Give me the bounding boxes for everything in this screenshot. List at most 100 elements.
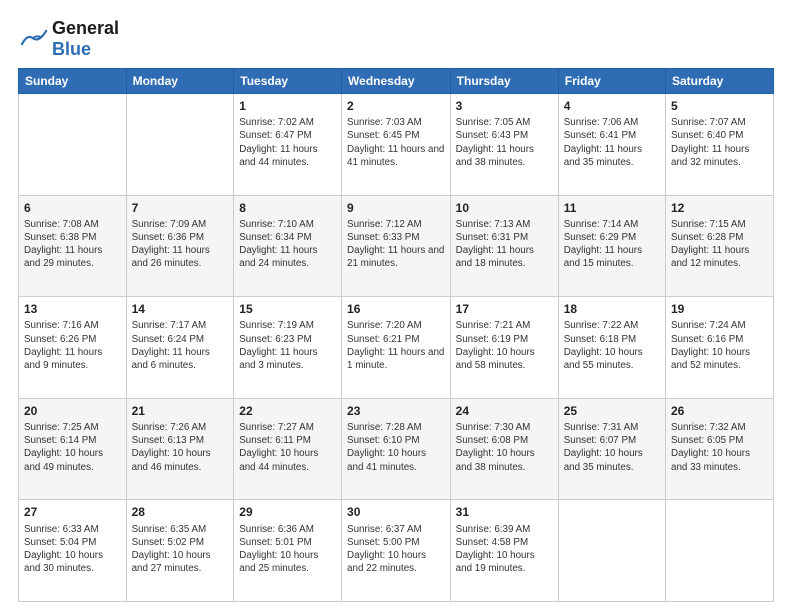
- day-info: Sunrise: 6:36 AM Sunset: 5:01 PM Dayligh…: [239, 523, 336, 576]
- calendar-day-cell: 22 Sunrise: 7:27 AM Sunset: 6:11 PM Dayli…: [234, 398, 342, 500]
- day-number: 12: [671, 200, 768, 216]
- day-number: 19: [671, 301, 768, 317]
- day-info: Sunrise: 7:06 AM Sunset: 6:41 PM Dayligh…: [564, 116, 660, 169]
- calendar-week-row: 27Sunrise: 6:33 AM Sunset: 5:04 PM Dayli…: [19, 500, 774, 602]
- day-info: Sunrise: 7:26 AM Sunset: 6:13 PM Dayligh…: [132, 421, 229, 474]
- day-number: 29: [239, 504, 336, 520]
- calendar-day-cell: 6 Sunrise: 7:08 AM Sunset: 6:38 PM Daylig…: [19, 195, 127, 297]
- calendar-day-cell: 10 Sunrise: 7:13 AM Sunset: 6:31 PM Dayli…: [450, 195, 558, 297]
- calendar-day-cell: 25Sunrise: 7:31 AM Sunset: 6:07 PM Dayli…: [558, 398, 665, 500]
- day-info: Sunrise: 7:21 AM Sunset: 6:19 PM Dayligh…: [456, 319, 553, 372]
- logo-text: General Blue: [52, 18, 119, 60]
- day-info: Sunrise: 7:05 AM Sunset: 6:43 PM Dayligh…: [456, 116, 553, 169]
- day-info: Sunrise: 7:20 AM Sunset: 6:21 PM Dayligh…: [347, 319, 445, 372]
- day-info: Sunrise: 7:09 AM Sunset: 6:36 PM Dayligh…: [132, 218, 229, 271]
- day-number: 6: [24, 200, 121, 216]
- calendar-day-cell: 20 Sunrise: 7:25 AM Sunset: 6:14 PM Dayli…: [19, 398, 127, 500]
- calendar-day-cell: 23Sunrise: 7:28 AM Sunset: 6:10 PM Dayli…: [342, 398, 451, 500]
- calendar-day-cell: 21 Sunrise: 7:26 AM Sunset: 6:13 PM Dayli…: [126, 398, 234, 500]
- day-info: Sunrise: 7:02 AM Sunset: 6:47 PM Dayligh…: [239, 116, 336, 169]
- day-number: 7: [132, 200, 229, 216]
- calendar-week-row: 1 Sunrise: 7:02 AM Sunset: 6:47 PM Daylig…: [19, 94, 774, 196]
- calendar-week-row: 13Sunrise: 7:16 AM Sunset: 6:26 PM Dayli…: [19, 297, 774, 399]
- day-info: Sunrise: 6:35 AM Sunset: 5:02 PM Dayligh…: [132, 523, 229, 576]
- day-number: 22: [239, 403, 336, 419]
- day-number: 17: [456, 301, 553, 317]
- day-info: Sunrise: 7:12 AM Sunset: 6:33 PM Dayligh…: [347, 218, 445, 271]
- calendar-day-cell: 18 Sunrise: 7:22 AM Sunset: 6:18 PM Dayli…: [558, 297, 665, 399]
- day-number: 1: [239, 98, 336, 114]
- day-number: 3: [456, 98, 553, 114]
- calendar-day-cell: 30 Sunrise: 6:37 AM Sunset: 5:00 PM Dayli…: [342, 500, 451, 602]
- calendar-day-cell: 1 Sunrise: 7:02 AM Sunset: 6:47 PM Daylig…: [234, 94, 342, 196]
- calendar-day-cell: 3 Sunrise: 7:05 AM Sunset: 6:43 PM Daylig…: [450, 94, 558, 196]
- day-number: 9: [347, 200, 445, 216]
- day-info: Sunrise: 7:25 AM Sunset: 6:14 PM Dayligh…: [24, 421, 121, 474]
- day-number: 28: [132, 504, 229, 520]
- weekday-header: Wednesday: [342, 69, 451, 94]
- header: General Blue: [18, 18, 774, 60]
- weekday-header: Monday: [126, 69, 234, 94]
- day-info: Sunrise: 7:07 AM Sunset: 6:40 PM Dayligh…: [671, 116, 768, 169]
- day-number: 13: [24, 301, 121, 317]
- day-number: 23: [347, 403, 445, 419]
- day-info: Sunrise: 7:32 AM Sunset: 6:05 PM Dayligh…: [671, 421, 768, 474]
- calendar-day-cell: 17 Sunrise: 7:21 AM Sunset: 6:19 PM Dayli…: [450, 297, 558, 399]
- day-info: Sunrise: 7:17 AM Sunset: 6:24 PM Dayligh…: [132, 319, 229, 372]
- calendar-day-cell: 15 Sunrise: 7:19 AM Sunset: 6:23 PM Dayli…: [234, 297, 342, 399]
- day-number: 14: [132, 301, 229, 317]
- day-info: Sunrise: 6:37 AM Sunset: 5:00 PM Dayligh…: [347, 523, 445, 576]
- page: General Blue SundayMondayTuesdayWednesda…: [0, 0, 792, 612]
- day-number: 31: [456, 504, 553, 520]
- calendar-day-cell: 29 Sunrise: 6:36 AM Sunset: 5:01 PM Dayli…: [234, 500, 342, 602]
- calendar-day-cell: 2 Sunrise: 7:03 AM Sunset: 6:45 PM Daylig…: [342, 94, 451, 196]
- calendar-day-cell: [19, 94, 127, 196]
- day-info: Sunrise: 7:24 AM Sunset: 6:16 PM Dayligh…: [671, 319, 768, 372]
- calendar-week-row: 6 Sunrise: 7:08 AM Sunset: 6:38 PM Daylig…: [19, 195, 774, 297]
- calendar-day-cell: 19 Sunrise: 7:24 AM Sunset: 6:16 PM Dayli…: [666, 297, 774, 399]
- day-number: 24: [456, 403, 553, 419]
- calendar-day-cell: [558, 500, 665, 602]
- calendar-day-cell: 7 Sunrise: 7:09 AM Sunset: 6:36 PM Daylig…: [126, 195, 234, 297]
- weekday-header: Thursday: [450, 69, 558, 94]
- day-number: 25: [564, 403, 660, 419]
- day-info: Sunrise: 6:33 AM Sunset: 5:04 PM Dayligh…: [24, 523, 121, 576]
- day-info: Sunrise: 7:30 AM Sunset: 6:08 PM Dayligh…: [456, 421, 553, 474]
- day-info: Sunrise: 7:03 AM Sunset: 6:45 PM Dayligh…: [347, 116, 445, 169]
- weekday-header: Saturday: [666, 69, 774, 94]
- day-number: 20: [24, 403, 121, 419]
- calendar-day-cell: 14 Sunrise: 7:17 AM Sunset: 6:24 PM Dayli…: [126, 297, 234, 399]
- day-number: 10: [456, 200, 553, 216]
- day-number: 15: [239, 301, 336, 317]
- day-number: 11: [564, 200, 660, 216]
- day-info: Sunrise: 7:10 AM Sunset: 6:34 PM Dayligh…: [239, 218, 336, 271]
- day-number: 2: [347, 98, 445, 114]
- calendar-week-row: 20 Sunrise: 7:25 AM Sunset: 6:14 PM Dayli…: [19, 398, 774, 500]
- day-info: Sunrise: 7:15 AM Sunset: 6:28 PM Dayligh…: [671, 218, 768, 271]
- calendar-day-cell: 31Sunrise: 6:39 AM Sunset: 4:58 PM Dayli…: [450, 500, 558, 602]
- calendar-day-cell: [666, 500, 774, 602]
- calendar-day-cell: 4Sunrise: 7:06 AM Sunset: 6:41 PM Daylig…: [558, 94, 665, 196]
- calendar-day-cell: 16Sunrise: 7:20 AM Sunset: 6:21 PM Dayli…: [342, 297, 451, 399]
- calendar-day-cell: 9 Sunrise: 7:12 AM Sunset: 6:33 PM Daylig…: [342, 195, 451, 297]
- day-info: Sunrise: 7:19 AM Sunset: 6:23 PM Dayligh…: [239, 319, 336, 372]
- calendar-day-cell: 11 Sunrise: 7:14 AM Sunset: 6:29 PM Dayli…: [558, 195, 665, 297]
- day-info: Sunrise: 7:22 AM Sunset: 6:18 PM Dayligh…: [564, 319, 660, 372]
- day-info: Sunrise: 7:14 AM Sunset: 6:29 PM Dayligh…: [564, 218, 660, 271]
- day-number: 21: [132, 403, 229, 419]
- weekday-header: Tuesday: [234, 69, 342, 94]
- day-number: 18: [564, 301, 660, 317]
- day-info: Sunrise: 7:08 AM Sunset: 6:38 PM Dayligh…: [24, 218, 121, 271]
- calendar-day-cell: 12 Sunrise: 7:15 AM Sunset: 6:28 PM Dayli…: [666, 195, 774, 297]
- day-number: 26: [671, 403, 768, 419]
- calendar-day-cell: [126, 94, 234, 196]
- logo: General Blue: [18, 18, 119, 60]
- day-info: Sunrise: 7:13 AM Sunset: 6:31 PM Dayligh…: [456, 218, 553, 271]
- calendar-header-row: SundayMondayTuesdayWednesdayThursdayFrid…: [19, 69, 774, 94]
- calendar-day-cell: 27Sunrise: 6:33 AM Sunset: 5:04 PM Dayli…: [19, 500, 127, 602]
- weekday-header: Sunday: [19, 69, 127, 94]
- calendar-day-cell: 8Sunrise: 7:10 AM Sunset: 6:34 PM Daylig…: [234, 195, 342, 297]
- day-info: Sunrise: 7:27 AM Sunset: 6:11 PM Dayligh…: [239, 421, 336, 474]
- day-number: 30: [347, 504, 445, 520]
- calendar-day-cell: 28 Sunrise: 6:35 AM Sunset: 5:02 PM Dayli…: [126, 500, 234, 602]
